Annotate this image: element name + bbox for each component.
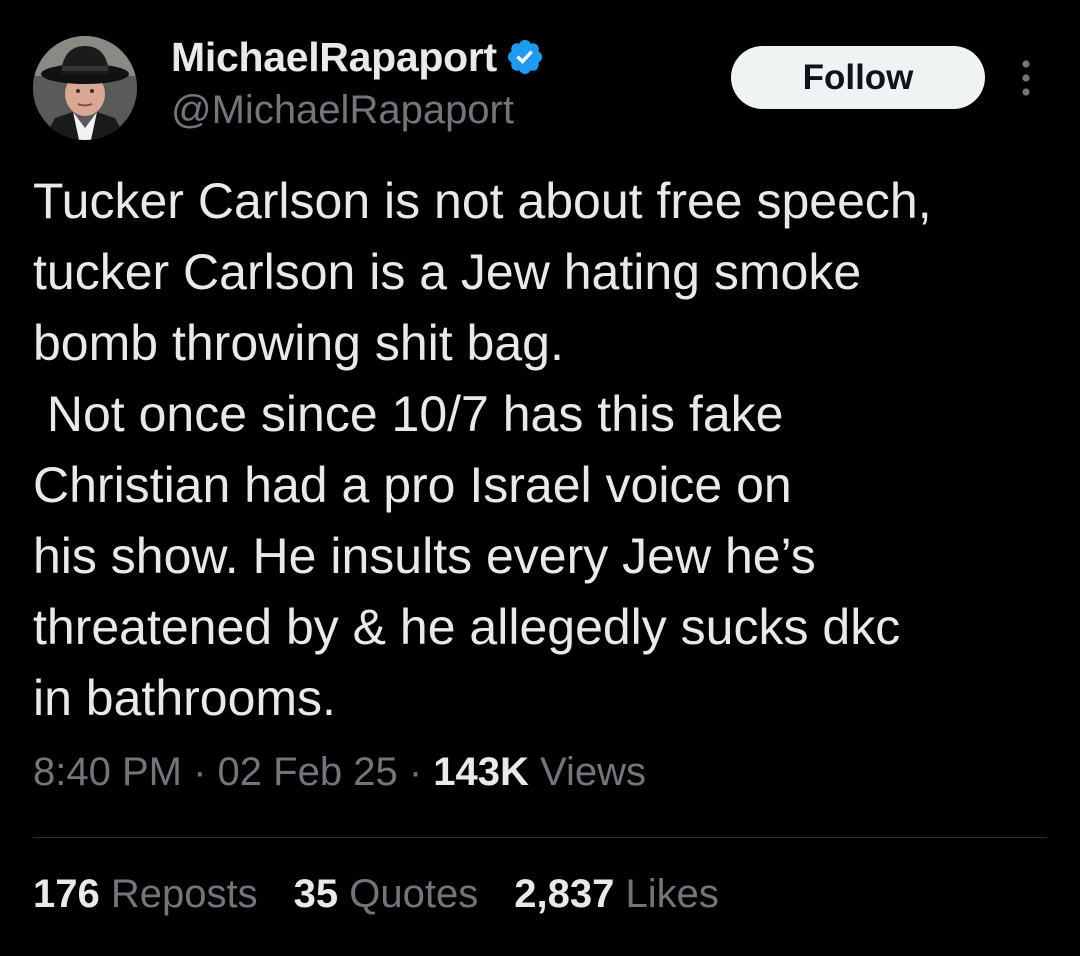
views-count: 143K xyxy=(433,750,529,794)
tweet-text-line: Not once since 10/7 has this fake xyxy=(33,386,784,442)
reposts-count: 176 xyxy=(33,872,100,916)
verified-badge-icon xyxy=(507,39,542,75)
likes-count: 2,837 xyxy=(514,872,615,916)
likes-stat[interactable]: 2,837 Likes xyxy=(514,872,719,917)
tweet-text-line: tucker Carlson is a Jew hating smoke xyxy=(33,244,862,300)
tweet-text-line: Tucker Carlson is not about free speech, xyxy=(33,173,932,229)
follow-button[interactable]: Follow xyxy=(731,46,985,109)
author-name-row[interactable]: MichaelRapaport xyxy=(171,34,545,80)
divider xyxy=(33,837,1047,838)
meta-separator: · xyxy=(193,750,207,794)
quotes-label: Quotes xyxy=(349,872,479,916)
author-handle[interactable]: @MichaelRapaport xyxy=(171,88,514,133)
tweet-text-line: his show. He insults every Jew he’s xyxy=(33,528,816,584)
tweet-text-line: bomb throwing shit bag. xyxy=(33,315,564,371)
views-label: Views xyxy=(540,750,646,794)
quotes-count: 35 xyxy=(293,872,339,916)
avatar[interactable] xyxy=(33,36,137,140)
engagement-stats: 176 Reposts 35 Quotes 2,837 Likes xyxy=(33,872,755,917)
tweet-text-line: threatened by & he allegedly sucks dkc xyxy=(33,599,901,655)
more-vertical-icon[interactable] xyxy=(1012,58,1040,98)
reposts-stat[interactable]: 176 Reposts xyxy=(33,872,258,917)
quotes-stat[interactable]: 35 Quotes xyxy=(294,872,479,917)
tweet-text-line: Christian had a pro Israel voice on xyxy=(33,457,792,513)
likes-label: Likes xyxy=(625,872,719,916)
tweet-text: Tucker Carlson is not about free speech,… xyxy=(33,166,1063,734)
avatar-image xyxy=(33,36,137,140)
tweet: MichaelRapaport @MichaelRapaport Follow … xyxy=(0,0,1080,956)
tweet-text-line: in bathrooms. xyxy=(33,670,336,726)
tweet-meta: 8:40 PM · 02 Feb 25 · 143K Views xyxy=(33,750,646,795)
author-display-name[interactable]: MichaelRapaport xyxy=(171,34,497,81)
tweet-date[interactable]: 02 Feb 25 xyxy=(218,750,398,794)
tweet-time[interactable]: 8:40 PM xyxy=(33,750,182,794)
reposts-label: Reposts xyxy=(110,872,258,916)
meta-separator: · xyxy=(408,750,423,794)
